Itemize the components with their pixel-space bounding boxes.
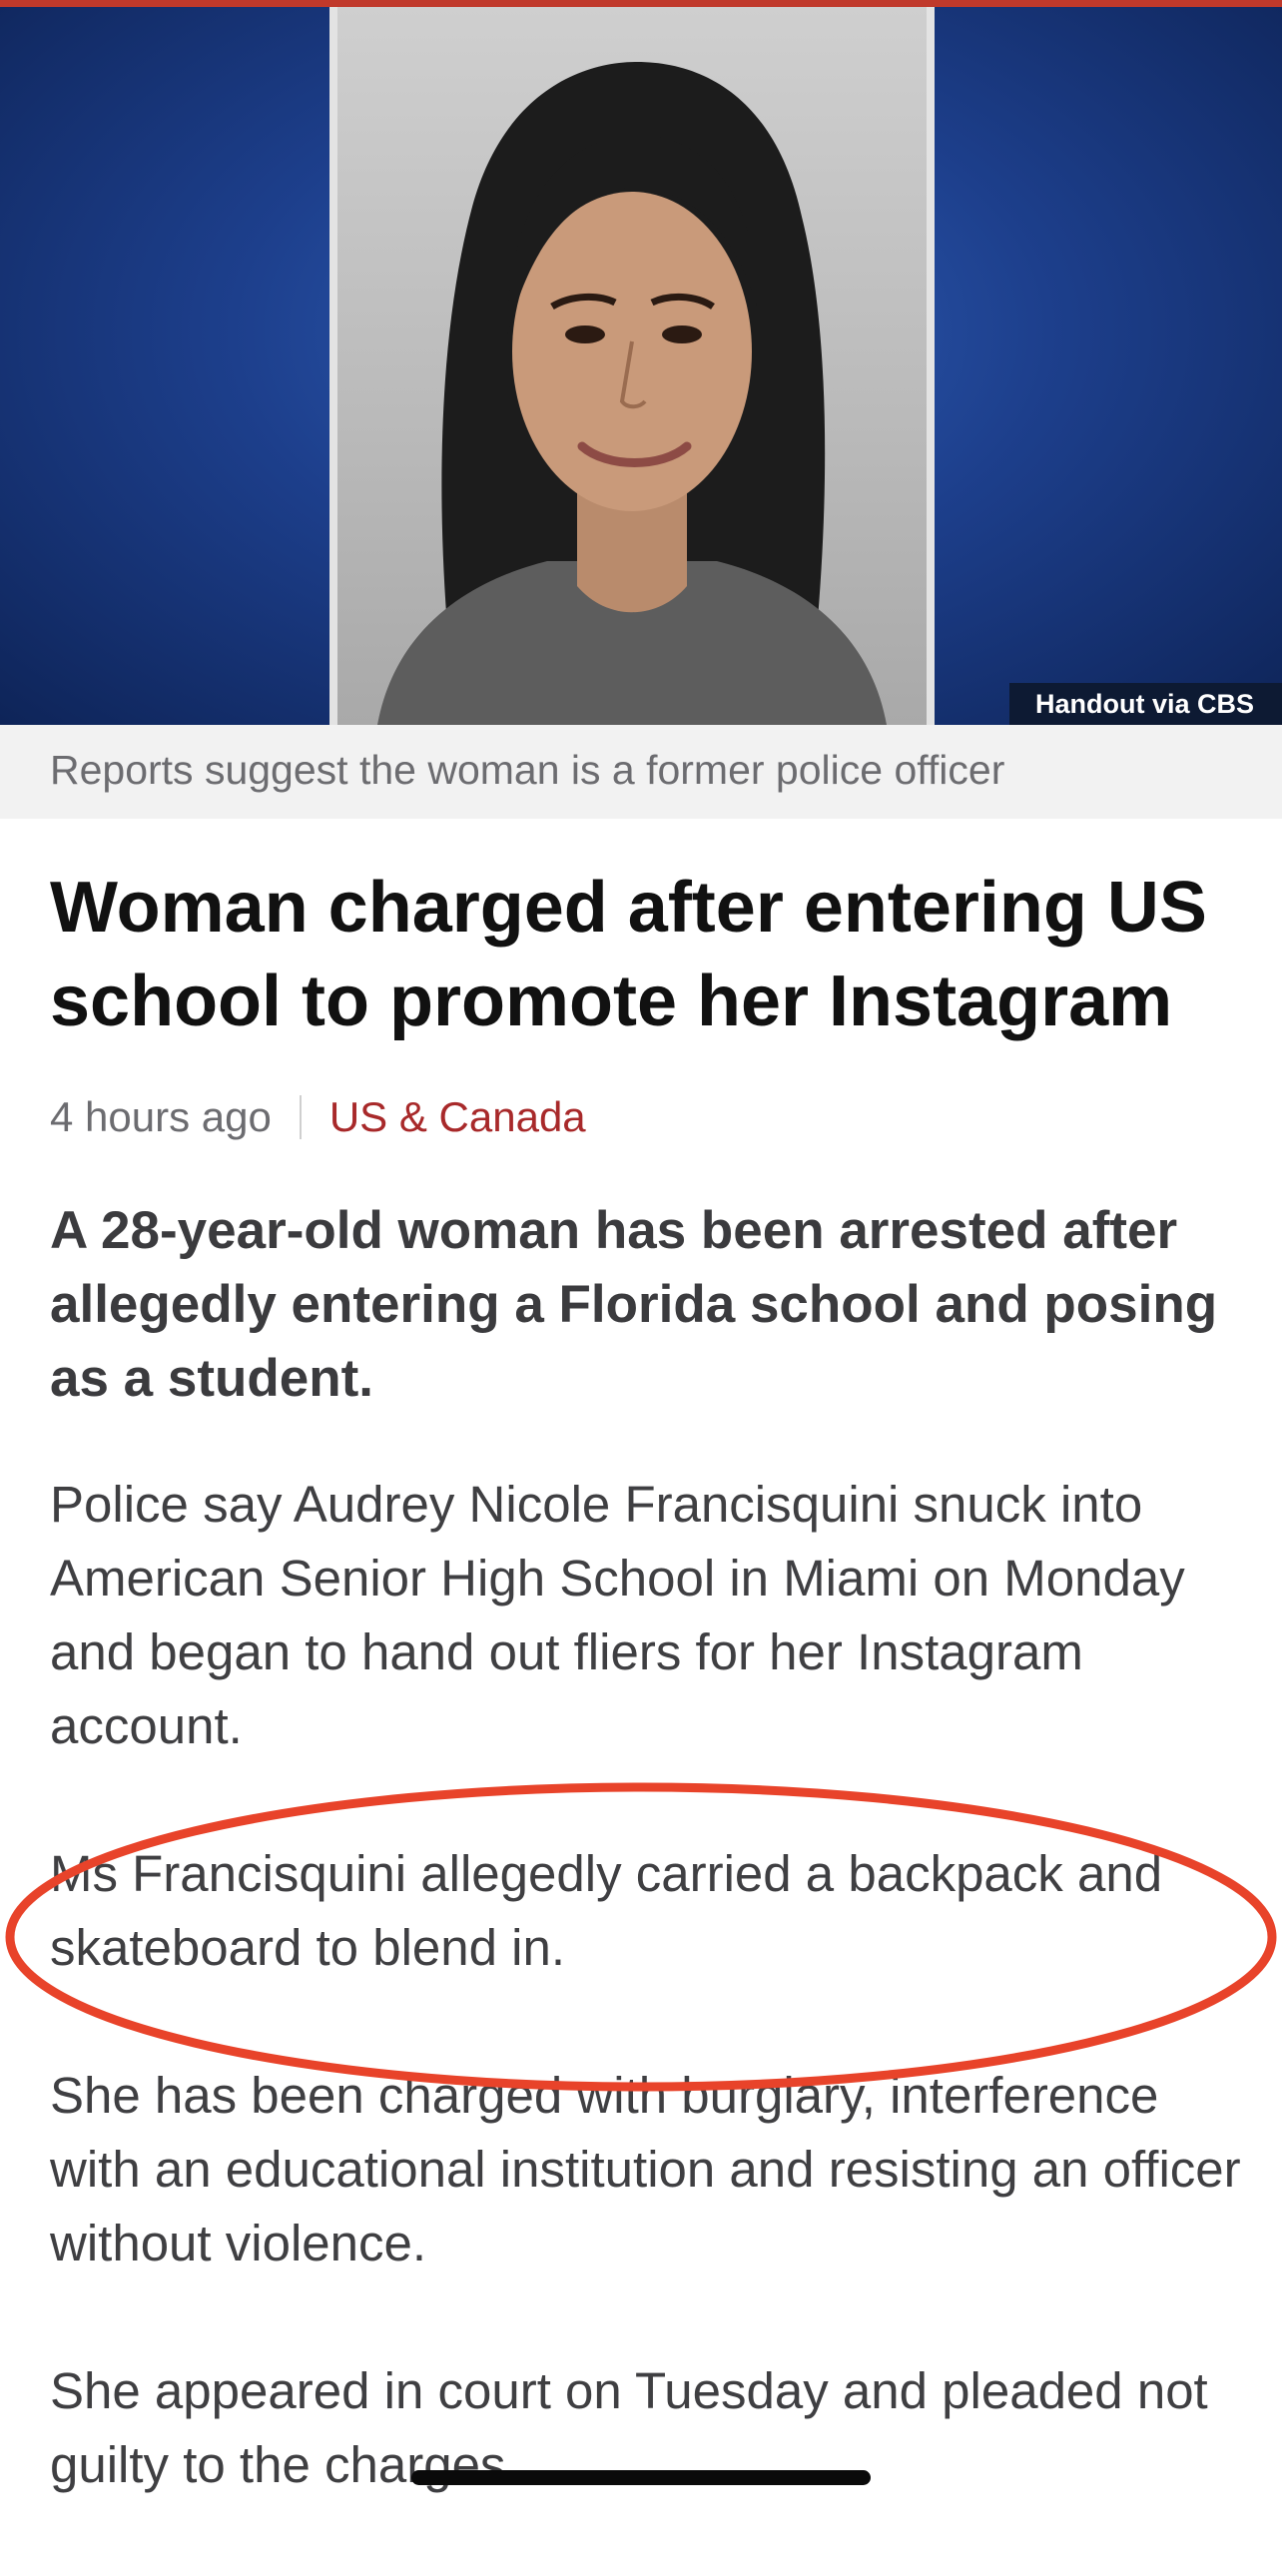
portrait-illustration xyxy=(377,62,887,725)
article-lede: A 28-year-old woman has been arrested af… xyxy=(50,1201,1218,1408)
section-link[interactable]: US & Canada xyxy=(329,1093,586,1140)
article-paragraph: She has been charged with burglary, inte… xyxy=(50,2067,1241,2271)
article-meta: 4 hours ago US & Canada xyxy=(50,1089,586,1149)
article-headline: Woman charged after entering US school t… xyxy=(50,868,1207,1041)
image-caption-bar: Reports suggest the woman is a former po… xyxy=(0,725,1282,819)
hero-image[interactable]: Handout via CBS xyxy=(0,7,1282,725)
article-paragraph: Ms Francisquini allegedly carried a back… xyxy=(50,1845,1163,1976)
article-timestamp: 4 hours ago xyxy=(50,1093,272,1140)
home-indicator[interactable] xyxy=(411,2470,871,2485)
photo-credit: Handout via CBS xyxy=(1008,683,1282,725)
article-body: A 28-year-old woman has been arrested af… xyxy=(50,1194,1248,2576)
image-caption: Reports suggest the woman is a former po… xyxy=(50,747,1005,793)
portrait-photo xyxy=(329,7,935,725)
top-accent-bar xyxy=(0,0,1282,7)
article-paragraph: Police say Audrey Nicole Francisquini sn… xyxy=(50,1476,1185,1754)
meta-divider xyxy=(299,1095,302,1139)
